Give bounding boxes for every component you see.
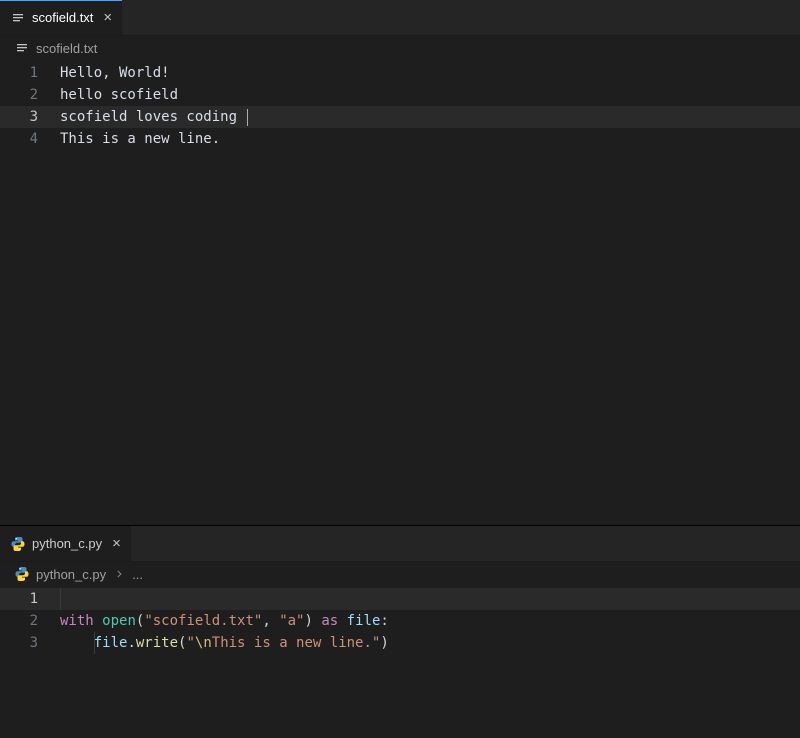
line-number: 1 xyxy=(0,588,60,610)
code-content: scofield loves coding xyxy=(60,106,800,128)
code-line: 2hello scofield xyxy=(0,84,800,106)
code-content: Hello, World! xyxy=(60,62,800,84)
code-line: 1 xyxy=(0,588,800,610)
text-file-icon xyxy=(14,40,30,56)
code-content: with open("scofield.txt", "a") as file: xyxy=(60,610,800,632)
editor-area-top[interactable]: 1Hello, World!2hello scofield3scofield l… xyxy=(0,60,800,525)
code-content: file.write("\nThis is a new line.") xyxy=(60,632,800,654)
editor-area-bottom[interactable]: 1 2 with open("scofield.txt", "a") as fi… xyxy=(0,586,800,738)
code-line: 4This is a new line. xyxy=(0,128,800,150)
breadcrumb-extra: ... xyxy=(132,567,143,582)
tab-bar-bottom: python_c.py × xyxy=(0,526,800,562)
python-file-icon xyxy=(14,566,30,582)
line-number: 1 xyxy=(0,62,60,84)
code-line: 2 with open("scofield.txt", "a") as file… xyxy=(0,610,800,632)
breadcrumb-file: python_c.py xyxy=(36,567,106,582)
close-icon[interactable]: × xyxy=(112,536,121,551)
code-content: This is a new line. xyxy=(60,128,800,150)
code-line: 3 file.write("\nThis is a new line.") xyxy=(0,632,800,654)
tab-scofield-txt[interactable]: scofield.txt × xyxy=(0,0,123,35)
line-number: 2 xyxy=(0,610,60,632)
tab-python-c-py[interactable]: python_c.py × xyxy=(0,526,132,561)
breadcrumb-bottom[interactable]: python_c.py ... xyxy=(0,562,800,586)
tab-label: scofield.txt xyxy=(32,10,93,25)
tab-bar-top: scofield.txt × xyxy=(0,0,800,36)
code-line: 3scofield loves coding xyxy=(0,106,800,128)
top-editor-pane: scofield.txt × scofield.txt 1Hello, Worl… xyxy=(0,0,800,525)
code-content xyxy=(60,588,800,610)
line-number: 4 xyxy=(0,128,60,150)
code-line: 1Hello, World! xyxy=(0,62,800,84)
tab-label: python_c.py xyxy=(32,536,102,551)
breadcrumb-file: scofield.txt xyxy=(36,41,97,56)
text-file-icon xyxy=(10,10,26,26)
chevron-right-icon xyxy=(114,569,124,579)
python-file-icon xyxy=(10,536,26,552)
bottom-editor-pane: python_c.py × python_c.py ... 1 2 with o… xyxy=(0,525,800,738)
close-icon[interactable]: × xyxy=(103,10,112,25)
code-content: hello scofield xyxy=(60,84,800,106)
text-cursor xyxy=(247,109,248,126)
line-number: 3 xyxy=(0,106,60,128)
line-number: 2 xyxy=(0,84,60,106)
breadcrumb-top[interactable]: scofield.txt xyxy=(0,36,800,60)
line-number: 3 xyxy=(0,632,60,654)
